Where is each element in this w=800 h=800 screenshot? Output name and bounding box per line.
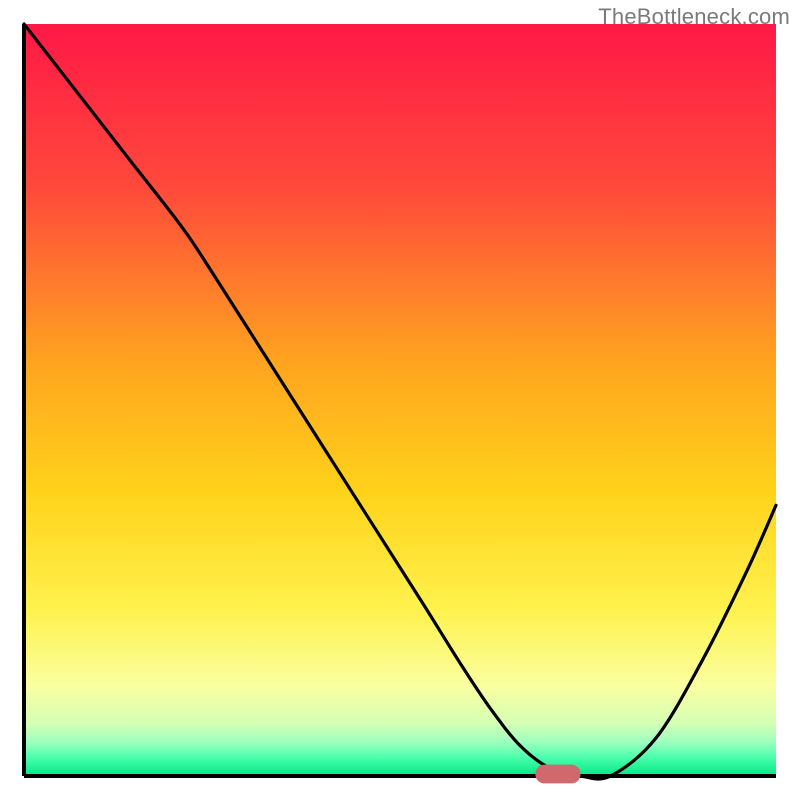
bottleneck-chart (0, 0, 800, 800)
optimum-marker (535, 765, 580, 784)
plot-background (24, 24, 776, 776)
chart-stage: TheBottleneck.com (0, 0, 800, 800)
